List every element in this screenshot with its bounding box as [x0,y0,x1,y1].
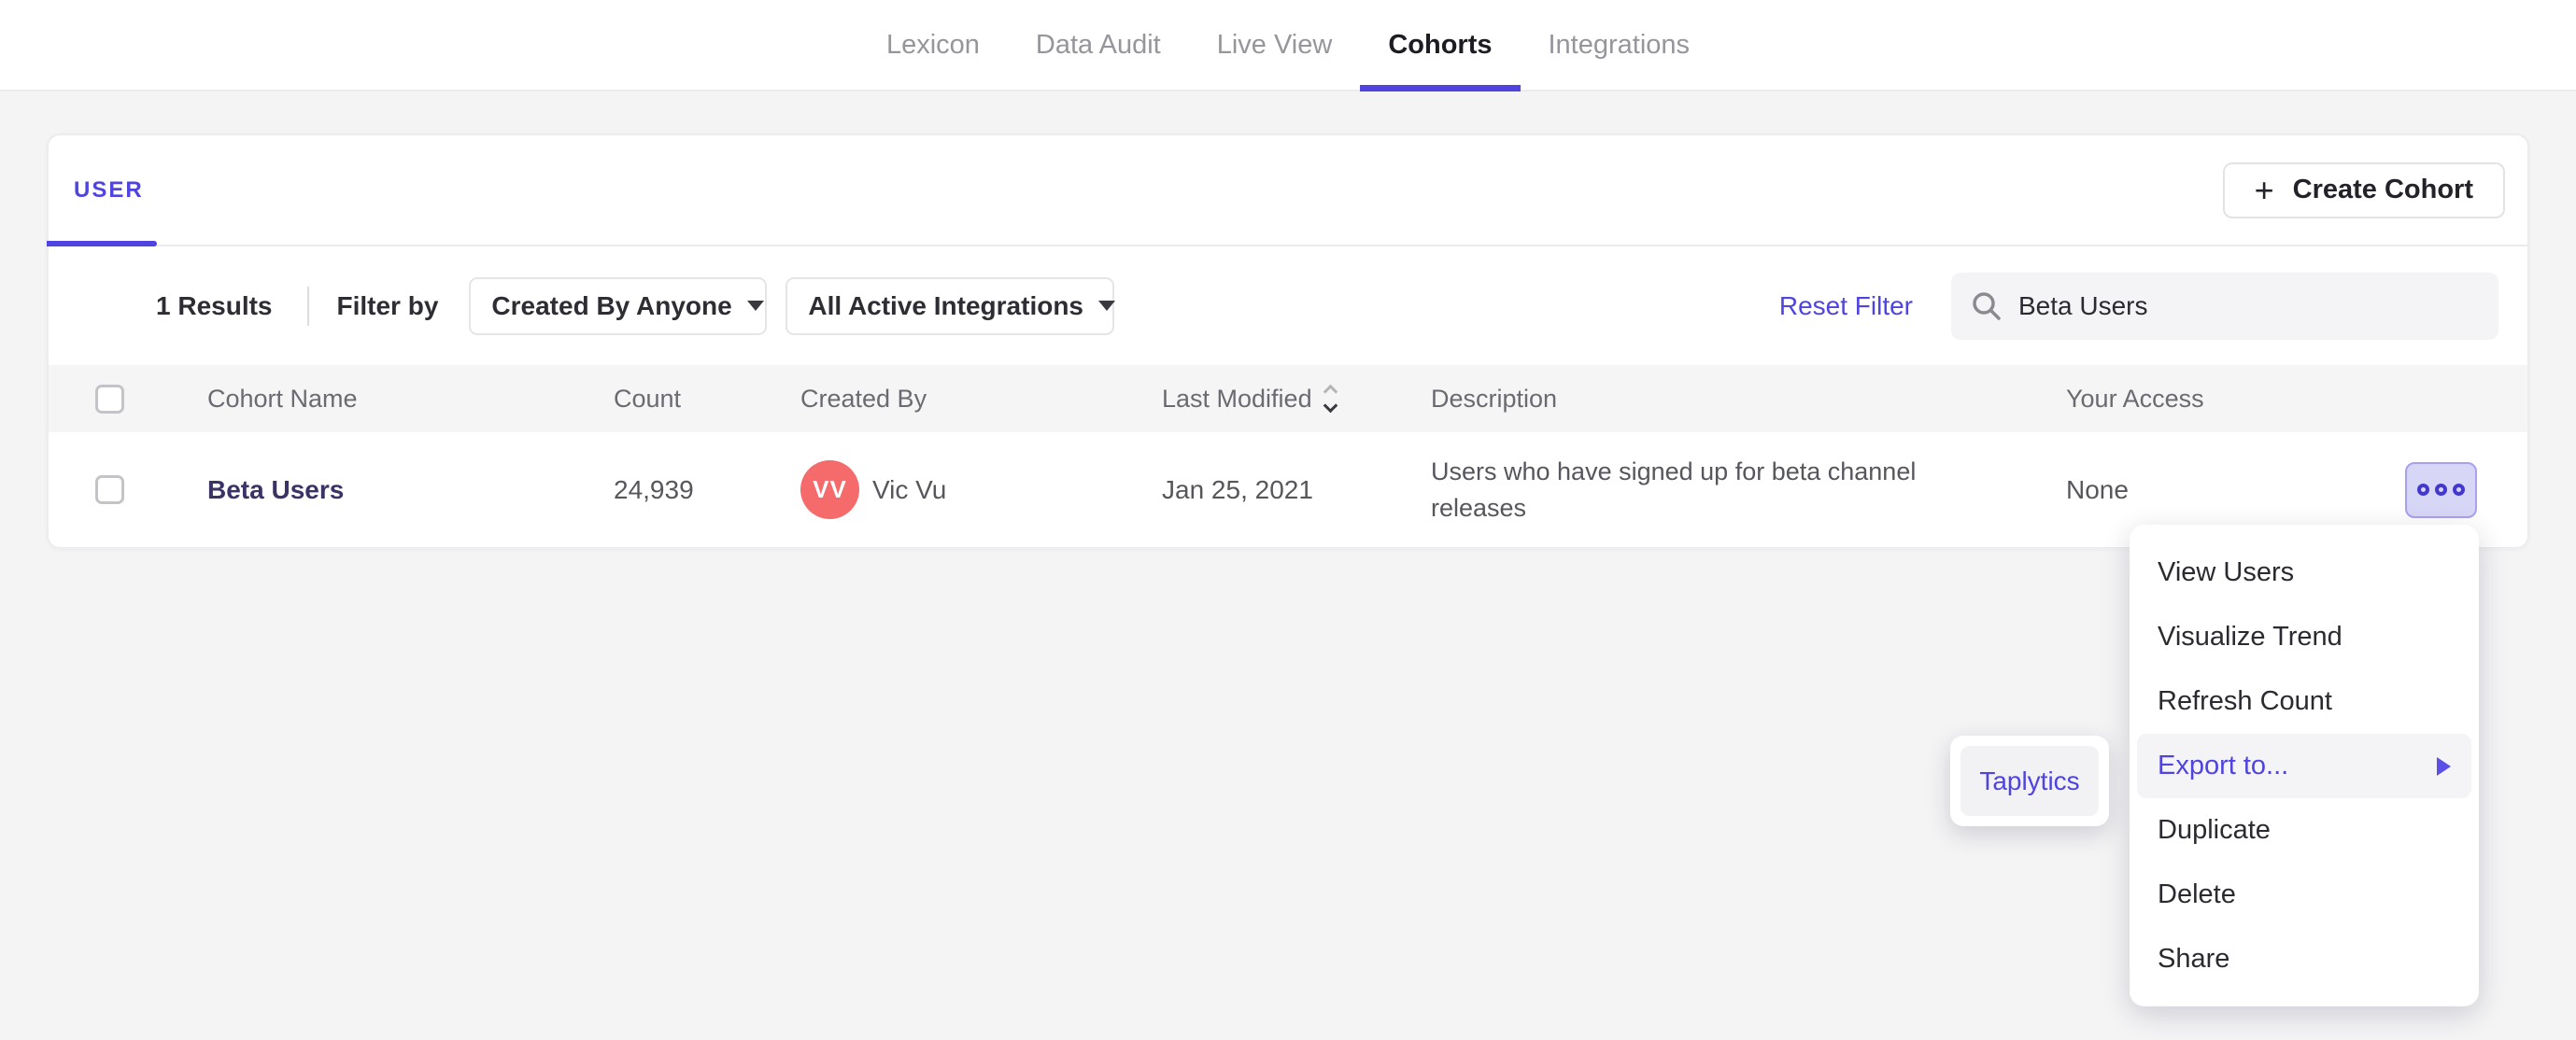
menu-item-label: Share [2158,944,2230,974]
create-cohort-button[interactable]: + Create Cohort [2222,162,2505,218]
dots-icon [2417,484,2429,496]
menu-item-delete[interactable]: Delete [2137,863,2471,927]
filter-by-label: Filter by [336,290,439,320]
nav-tab-lexicon[interactable]: Lexicon [858,0,1008,90]
nav-tab-data-audit[interactable]: Data Audit [1008,0,1189,90]
row-actions-button[interactable] [2405,461,2477,518]
top-nav: Lexicon Data Audit Live View Cohorts Int… [0,0,2576,91]
row-context-menu: View Users Visualize Trend Refresh Count… [2130,525,2479,1006]
tab-user-underline [47,241,157,246]
col-header-cohort-name: Cohort Name [207,384,358,413]
search-input[interactable] [2018,290,2480,321]
col-header-created-by: Created By [800,384,927,413]
results-count: 1 Results [156,290,273,320]
menu-item-label: Visualize Trend [2158,622,2342,652]
created-by-dropdown-label: Created By Anyone [491,290,732,320]
export-submenu: Taplytics [1950,736,2109,826]
integrations-dropdown-label: All Active Integrations [808,290,1083,320]
col-header-description: Description [1431,384,1558,413]
sort-icon [1323,384,1338,414]
submenu-arrow-icon [2437,756,2451,776]
menu-item-duplicate[interactable]: Duplicate [2137,798,2471,863]
panel-tabstrip: USER + Create Cohort [47,135,2527,246]
search-box [1951,272,2498,340]
menu-item-label: Delete [2158,879,2236,909]
menu-item-label: View Users [2158,557,2295,587]
menu-item-label: Refresh Count [2158,686,2332,716]
created-by-cell: VV Vic Vu [800,460,1162,519]
your-access-value: None [2066,474,2129,504]
cohort-name-link[interactable]: Beta Users [207,475,614,505]
menu-item-view-users[interactable]: View Users [2137,541,2471,605]
menu-item-share[interactable]: Share [2137,927,2471,991]
submenu-item-taplytics[interactable]: Taplytics [1960,746,2099,816]
col-header-your-access: Your Access [2066,384,2204,413]
col-header-count: Count [614,384,682,413]
nav-tab-integrations[interactable]: Integrations [1521,0,1719,90]
created-by-name: Vic Vu [872,474,947,504]
nav-tab-cohorts[interactable]: Cohorts [1360,0,1521,91]
integrations-dropdown[interactable]: All Active Integrations [786,276,1115,335]
plus-icon: + [2254,170,2274,209]
filter-bar: 1 Results Filter by Created By Anyone Al… [49,246,2527,365]
chevron-down-icon [746,301,764,311]
filter-divider [306,286,309,326]
search-icon [1973,291,2001,320]
create-cohort-label: Create Cohort [2292,175,2473,204]
cohort-count: 24,939 [614,474,694,504]
menu-item-label: Export to... [2158,751,2289,780]
menu-item-visualize-trend[interactable]: Visualize Trend [2137,605,2471,669]
menu-item-export-to[interactable]: Export to... [2137,734,2471,798]
table-header: Cohort Name Count Created By Last Modifi… [49,365,2527,432]
reset-filter-link[interactable]: Reset Filter [1779,291,1913,321]
cohorts-panel: USER + Create Cohort 1 Results Filter by… [47,134,2529,548]
cohort-description: Users who have signed up for beta channe… [1431,457,1917,522]
last-modified-value: Jan 25, 2021 [1162,474,1313,504]
last-modified-label: Last Modified [1162,384,1312,413]
nav-tab-live-view[interactable]: Live View [1189,0,1361,90]
menu-item-label: Duplicate [2158,815,2271,845]
header-checkbox[interactable] [95,384,124,414]
created-by-dropdown[interactable]: Created By Anyone [469,276,768,335]
page: Lexicon Data Audit Live View Cohorts Int… [0,0,2576,1040]
col-header-last-modified[interactable]: Last Modified [1162,385,1431,414]
row-checkbox[interactable] [95,475,124,504]
tab-user[interactable]: USER [74,177,144,204]
chevron-down-icon [1098,301,1115,311]
avatar: VV [800,460,859,519]
menu-item-refresh-count[interactable]: Refresh Count [2137,669,2471,734]
